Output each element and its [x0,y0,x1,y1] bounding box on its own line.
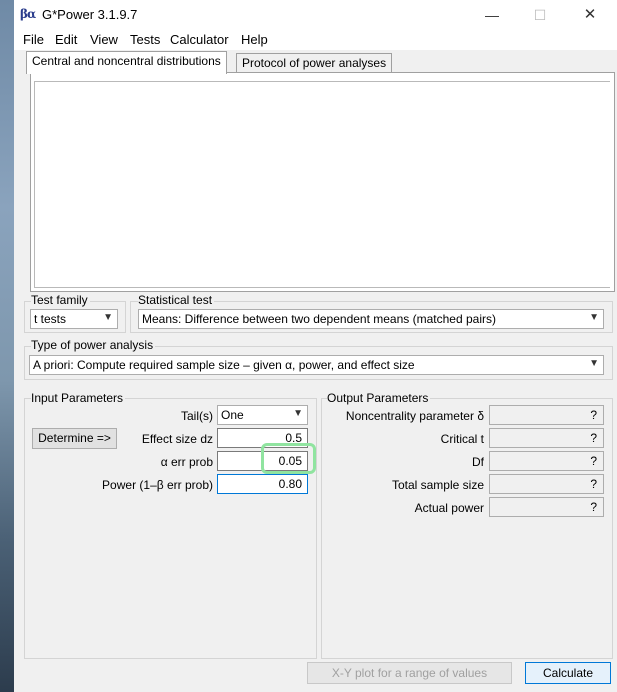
maximize-icon: ☐ [533,7,547,23]
determine-button[interactable]: Determine => [32,428,117,449]
menu-file[interactable]: File [23,32,44,47]
noncentrality-output: ? [489,405,604,425]
chevron-down-icon: ▼ [293,408,303,419]
power-analysis-select[interactable]: A priori: Compute required sample size –… [29,355,604,375]
gpower-window: βα G*Power 3.1.9.7 — ☐ ✕ File Edit View … [14,0,617,692]
total-sample-size-output: ? [489,474,604,494]
test-family-value: t tests [34,312,67,326]
alpha-highlight-box [261,443,316,474]
input-parameters-label: Input Parameters [31,391,126,405]
statistical-test-select[interactable]: Means: Difference between two dependent … [138,309,604,329]
test-family-select[interactable]: t tests ▼ [30,309,118,329]
menu-bar: File Edit View Tests Calculator Help [14,30,617,50]
noncentrality-label: Noncentrality parameter δ [345,409,484,423]
title-bar[interactable]: βα G*Power 3.1.9.7 — ☐ ✕ [14,0,617,30]
tails-label: Tail(s) [181,409,213,423]
df-label: Df [472,455,484,469]
output-parameters-label: Output Parameters [327,391,431,405]
tab-protocol-of-power-analyses[interactable]: Protocol of power analyses [236,53,393,73]
distribution-plot-canvas [34,81,610,288]
df-output: ? [489,451,604,471]
menu-help[interactable]: Help [241,32,268,47]
power-analysis-value: A priori: Compute required sample size –… [33,358,415,372]
statistical-test-label: Statistical test [138,293,215,307]
menu-tests[interactable]: Tests [130,32,160,47]
desktop-background [0,0,14,692]
menu-edit[interactable]: Edit [55,32,77,47]
tails-select[interactable]: One ▼ [217,405,308,425]
xy-plot-button: X-Y plot for a range of values [307,662,512,684]
critical-t-output: ? [489,428,604,448]
effect-size-label: Effect size dz [141,432,213,446]
power-input[interactable]: 0.80 [217,474,308,494]
tails-value: One [221,408,244,422]
chevron-down-icon: ▼ [589,312,599,323]
calculate-button[interactable]: Calculate [525,662,611,684]
menu-calculator[interactable]: Calculator [170,32,229,47]
chevron-down-icon: ▼ [589,358,599,369]
power-label: Power (1–β err prob) [102,478,213,492]
critical-t-label: Critical t [440,432,484,446]
statistical-test-value: Means: Difference between two dependent … [142,312,496,326]
actual-power-label: Actual power [414,501,484,515]
chevron-down-icon: ▼ [103,312,113,323]
alpha-label: α err prob [160,455,213,469]
minimize-icon[interactable]: — [469,2,515,28]
power-analysis-label: Type of power analysis [31,338,156,352]
actual-power-output: ? [489,497,604,517]
test-family-label: Test family [31,293,90,307]
window-title: G*Power 3.1.9.7 [42,7,138,22]
close-icon[interactable]: ✕ [567,2,613,28]
gpower-app-icon: βα [20,7,36,21]
distribution-plot-panel [30,72,615,292]
menu-view[interactable]: View [90,32,118,47]
power-value: 0.80 [278,477,302,491]
tab-central-noncentral-distributions[interactable]: Central and noncentral distributions [26,51,227,74]
total-sample-size-label: Total sample size [391,478,484,492]
